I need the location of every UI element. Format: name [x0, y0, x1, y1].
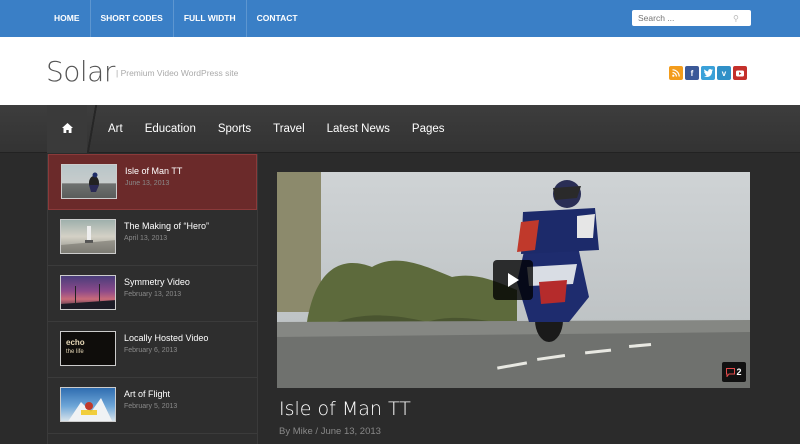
search-input[interactable] — [638, 13, 733, 23]
video-thumbnail: echo the life — [60, 331, 116, 366]
video-title: The Making of “Hero” — [124, 221, 210, 231]
top-nav: HOME SHORT CODES FULL WIDTH CONTACT — [44, 0, 308, 37]
comment-count: 2 — [736, 367, 742, 377]
nav-travel[interactable]: Travel — [262, 105, 316, 153]
play-icon — [508, 273, 519, 287]
post-meta: By Mike / June 13, 2013 — [279, 426, 381, 437]
nav-pages[interactable]: Pages — [401, 105, 456, 153]
twitter-icon[interactable] — [701, 66, 715, 80]
topnav-full-width[interactable]: FULL WIDTH — [174, 0, 246, 37]
video-list-item[interactable]: Isle of Man TT June 13, 2013 — [48, 154, 257, 210]
video-title: Art of Flight — [124, 389, 171, 399]
search-box: ⚲ — [632, 10, 751, 26]
post-title[interactable]: Isle of Man TT — [279, 398, 411, 420]
youtube-icon[interactable] — [733, 66, 747, 80]
video-list-item[interactable]: Art of Flight February 5, 2013 — [48, 378, 257, 434]
video-thumbnail — [61, 164, 117, 199]
video-thumbnail — [60, 387, 116, 422]
nav-latest-news[interactable]: Latest News — [316, 105, 401, 153]
comment-icon — [726, 367, 736, 377]
vimeo-icon[interactable]: v — [717, 66, 731, 80]
search-icon[interactable]: ⚲ — [733, 14, 739, 23]
video-player[interactable]: 2 — [277, 172, 750, 388]
main-nav: Art Education Sports Travel Latest News … — [0, 105, 800, 153]
video-list-item[interactable]: Symmetry Video February 13, 2013 — [48, 266, 257, 322]
thumbnail-text: echo the life — [66, 338, 85, 356]
video-date: June 13, 2013 — [125, 180, 170, 187]
video-title: Symmetry Video — [124, 277, 190, 287]
top-bar: HOME SHORT CODES FULL WIDTH CONTACT ⚲ — [0, 0, 800, 37]
site-logo[interactable]: Solar — [46, 55, 115, 88]
main-nav-links: Art Education Sports Travel Latest News … — [97, 105, 456, 153]
video-list-item[interactable]: The Making of “Hero” April 13, 2013 — [48, 210, 257, 266]
nav-education[interactable]: Education — [134, 105, 207, 153]
site-header: Solar | Premium Video WordPress site f v — [0, 37, 800, 105]
social-icons: f v — [669, 66, 747, 80]
video-thumbnail — [60, 219, 116, 254]
video-date: February 6, 2013 — [124, 347, 178, 354]
video-date: April 13, 2013 — [124, 235, 168, 242]
video-list: Isle of Man TT June 13, 2013 The Making … — [47, 154, 258, 444]
facebook-icon[interactable]: f — [685, 66, 699, 80]
nav-art[interactable]: Art — [97, 105, 134, 153]
topnav-contact[interactable]: CONTACT — [247, 0, 308, 37]
video-date: February 5, 2013 — [124, 403, 178, 410]
home-icon — [61, 122, 73, 136]
home-button[interactable] — [47, 105, 87, 153]
video-date: February 13, 2013 — [124, 291, 182, 298]
video-title: Locally Hosted Video — [124, 333, 209, 343]
site-tagline: | Premium Video WordPress site — [116, 68, 239, 78]
video-thumbnail — [60, 275, 116, 310]
video-list-item[interactable]: echo the life Locally Hosted Video Februa… — [48, 322, 257, 378]
rss-icon[interactable] — [669, 66, 683, 80]
video-title: Isle of Man TT — [125, 166, 183, 176]
comment-count-badge[interactable]: 2 — [722, 362, 746, 382]
topnav-short-codes[interactable]: SHORT CODES — [91, 0, 173, 37]
play-button[interactable] — [493, 260, 533, 300]
topnav-home[interactable]: HOME — [44, 0, 90, 37]
nav-sports[interactable]: Sports — [207, 105, 262, 153]
